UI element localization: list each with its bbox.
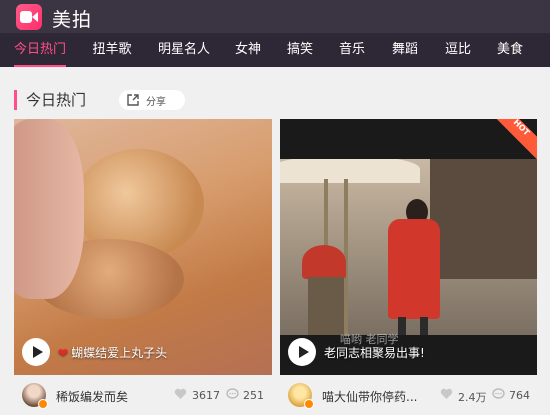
thumbnail-person-leg	[420, 317, 428, 335]
heart-icon[interactable]	[174, 388, 187, 400]
category-nav: 今日热门 扭羊歌 明星名人 女神 搞笑 音乐 舞蹈 逗比 美食	[0, 33, 550, 67]
thumbnail-planter	[308, 277, 344, 335]
video-meta: 喵大仙带你停药... 2.4万 764	[280, 381, 537, 411]
section-accent-bar	[14, 90, 17, 110]
red-heart-icon: ❤	[58, 346, 69, 360]
comment-count: 764	[509, 389, 530, 402]
author-name[interactable]: 喵大仙带你停药...	[322, 388, 417, 405]
nav-item-comedy[interactable]: 逗比	[443, 33, 473, 67]
video-meta: 稀饭编发而矣 3617 251	[14, 381, 272, 411]
video-card[interactable]: HOT 喵哟 老同学 老同志相聚易出事!	[280, 119, 537, 375]
play-button[interactable]	[288, 338, 316, 366]
nav-item-funny[interactable]: 搞笑	[285, 33, 315, 67]
comment-icon[interactable]	[492, 388, 505, 400]
video-card[interactable]: ❤ 蝴蝶结爱上丸子头	[14, 119, 272, 375]
comment-count: 251	[243, 389, 264, 402]
thumbnail-building	[430, 159, 537, 279]
thumbnail-person-leg	[398, 317, 406, 335]
top-bar: 美拍	[0, 0, 550, 33]
video-thumbnail	[280, 159, 537, 335]
video-thumbnail-hand	[14, 119, 84, 299]
thumbnail-umbrella	[280, 159, 420, 183]
verified-badge-icon	[38, 399, 48, 409]
share-button[interactable]: 分享	[119, 90, 185, 110]
play-button[interactable]	[22, 338, 50, 366]
video-caption: ❤ 蝴蝶结爱上丸子头	[58, 346, 168, 360]
verified-badge-icon	[304, 399, 314, 409]
share-icon	[127, 94, 139, 106]
nav-item-dance[interactable]: 舞蹈	[390, 33, 420, 67]
heart-icon[interactable]	[440, 388, 453, 400]
thumbnail-person-coat	[388, 219, 440, 319]
like-count: 3617	[192, 389, 220, 402]
nav-item-celebrity[interactable]: 明星名人	[156, 33, 212, 67]
share-label: 分享	[146, 97, 166, 108]
nav-item-yangge[interactable]: 扭羊歌	[90, 33, 134, 67]
thumbnail-flowers	[302, 245, 346, 279]
nav-item-music[interactable]: 音乐	[337, 33, 367, 67]
comment-icon[interactable]	[226, 388, 239, 400]
like-count: 2.4万	[458, 391, 487, 404]
nav-item-food[interactable]: 美食	[495, 33, 525, 67]
app-name[interactable]: 美拍	[52, 5, 92, 32]
author-name[interactable]: 稀饭编发而矣	[56, 388, 128, 405]
section-title: 今日热门	[26, 91, 87, 109]
video-caption: 老同志相聚易出事!	[324, 346, 425, 360]
app-logo-icon[interactable]	[16, 4, 42, 30]
nav-item-goddess[interactable]: 女神	[233, 33, 263, 67]
video-camera-icon	[20, 11, 38, 23]
nav-item-today-hot[interactable]: 今日热门	[14, 33, 66, 67]
